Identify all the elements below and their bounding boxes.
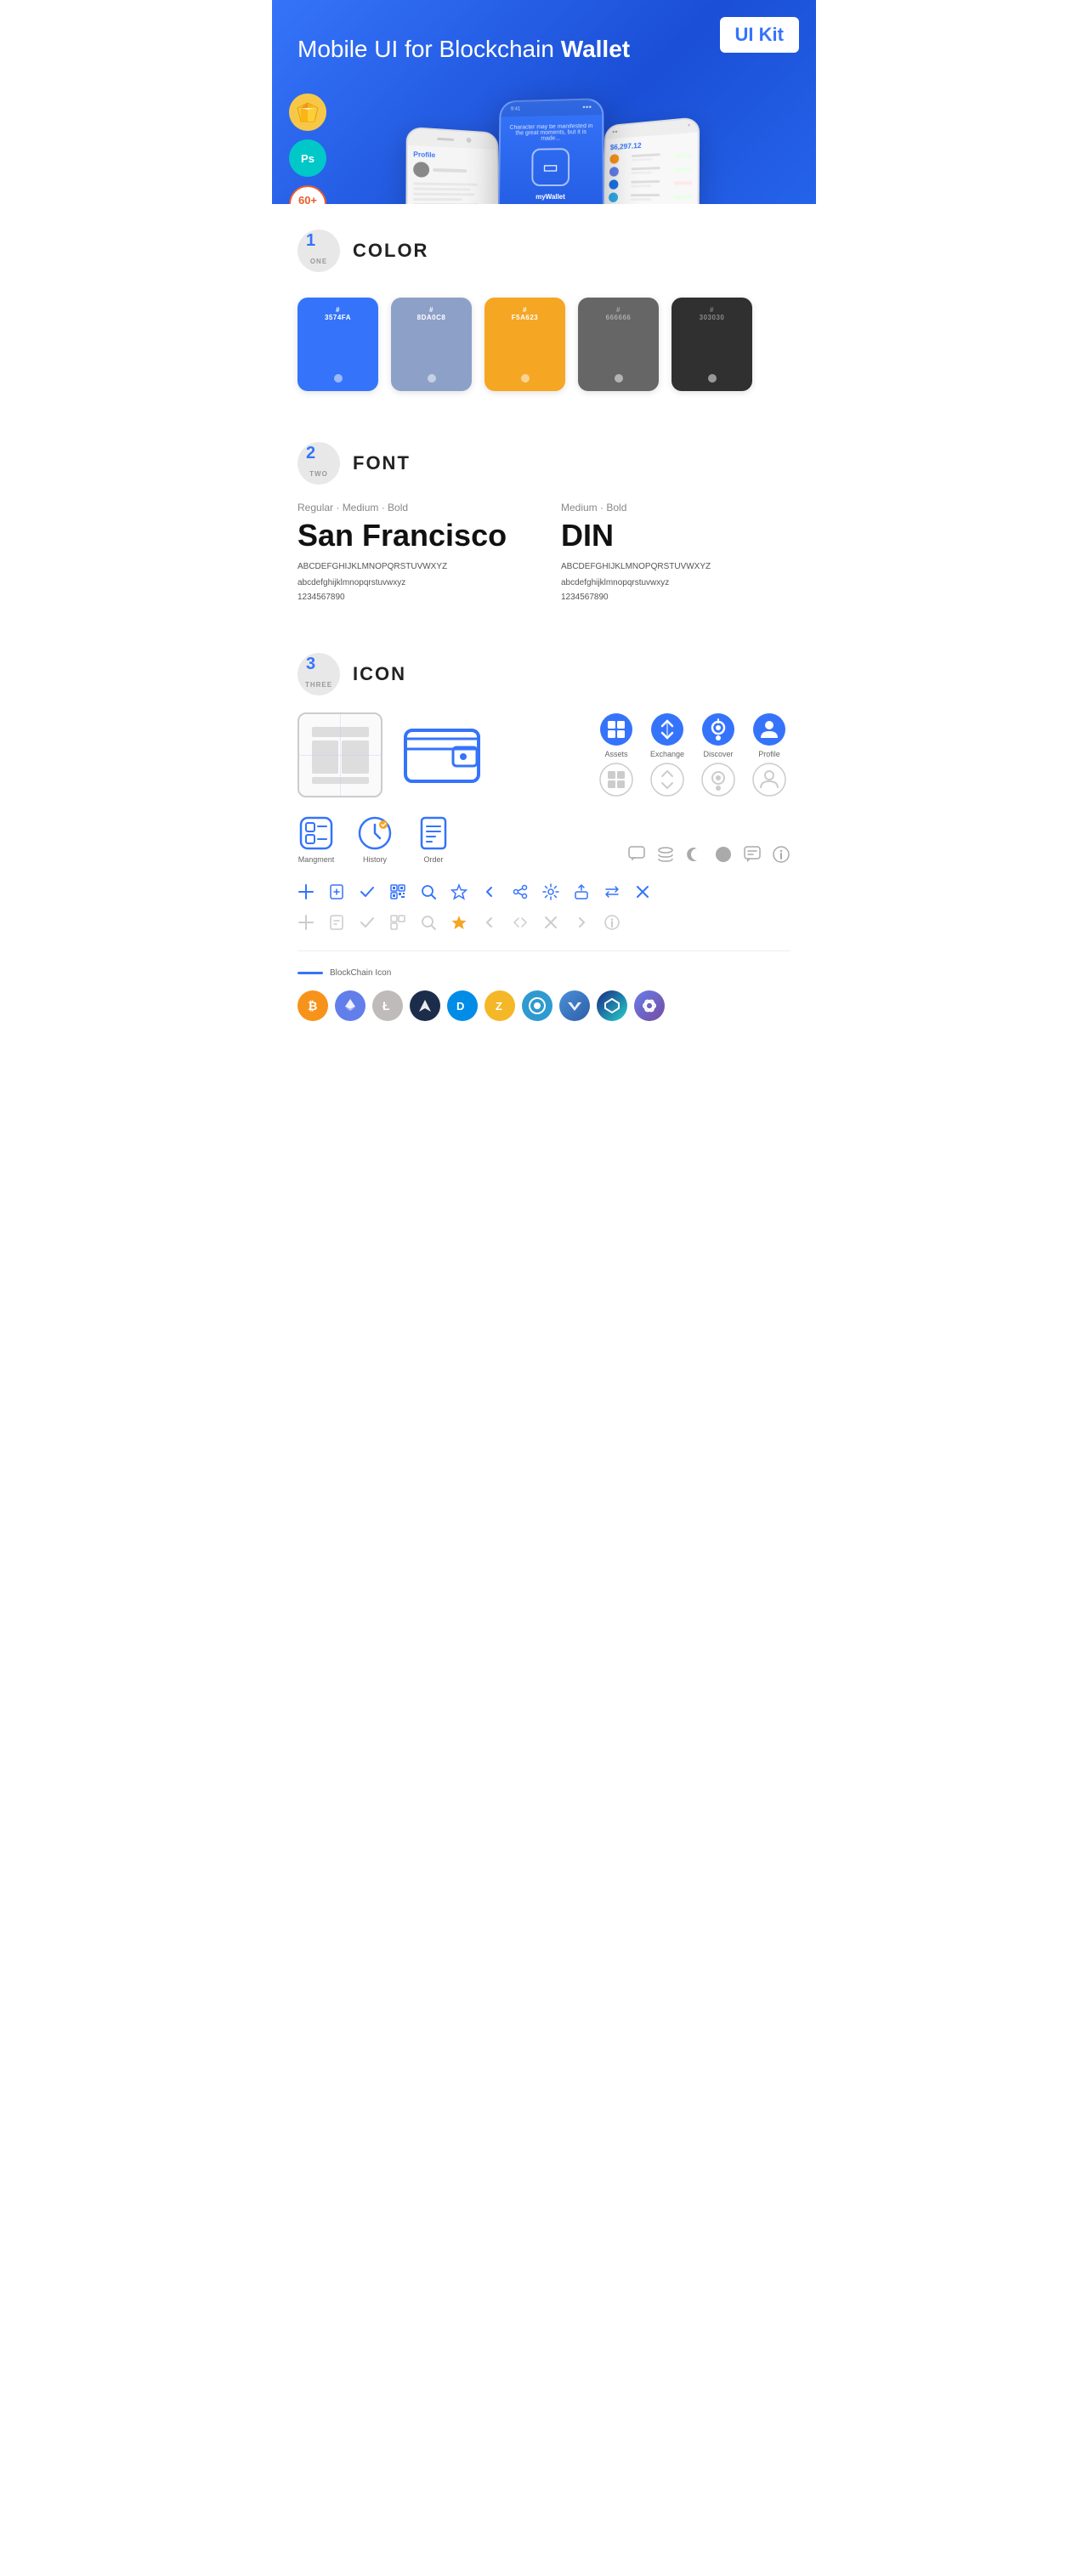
check-icon	[359, 883, 376, 900]
star-filled-icon	[450, 914, 468, 931]
management-icon: Mangment	[298, 814, 335, 864]
svg-text:D: D	[456, 1000, 464, 1013]
bc-line	[298, 972, 323, 974]
swatch-orange: #F5A623	[484, 298, 565, 391]
swatch-dark: #303030	[672, 298, 752, 391]
icon-section-title: ICON	[353, 663, 406, 685]
swatch-blue: #3574FA	[298, 298, 378, 391]
qtum-icon	[522, 990, 552, 1021]
qr-gray-icon	[389, 914, 406, 931]
swatch-gray: #666666	[578, 298, 659, 391]
dash-icon: D	[447, 990, 478, 1021]
assets-icon-item: Assets	[595, 712, 638, 758]
hero-section: Mobile UI for Blockchain Wallet UI Kit P…	[272, 0, 816, 204]
tools-row-2	[298, 907, 790, 938]
star-icon	[450, 883, 468, 900]
upload-icon	[573, 883, 590, 900]
section-1-circle: 1 ONE	[298, 230, 340, 272]
exchange-icon-item: Exchange	[646, 712, 688, 758]
discover-icon-item: Discover	[697, 712, 740, 758]
svg-text:Z: Z	[496, 1000, 502, 1013]
app-icons-row: Mangment History Order	[298, 814, 790, 864]
history-icon: History	[356, 814, 394, 864]
phone-right: ●●+ $6,297.12	[600, 116, 700, 204]
forward-gray-icon	[573, 914, 590, 931]
font-din: Medium · Bold DIN ABCDEFGHIJKLMNOPQRSTUV…	[561, 502, 790, 602]
doc-gray-icon	[328, 914, 345, 931]
order-icon: Order	[415, 814, 452, 864]
arrows-gray-icon	[512, 914, 529, 931]
eth-icon	[335, 990, 366, 1021]
phone-mockups: Profile 9:41●●● Character may be manifes…	[340, 85, 765, 204]
screens-badge: 60+ Screens	[289, 185, 326, 204]
close-icon	[634, 883, 651, 900]
back-icon	[481, 883, 498, 900]
font-row: Regular · Medium · Bold San Francisco AB…	[298, 502, 790, 602]
crypto-icons-row: ₿ Ł D Z	[298, 982, 790, 1030]
swap-icon	[604, 883, 620, 900]
moon-icon	[685, 845, 704, 864]
font-sf: Regular · Medium · Bold San Francisco AB…	[298, 502, 527, 602]
phone-center: 9:41●●● Character may be manifested in t…	[497, 98, 605, 204]
wings-icon	[410, 990, 440, 1021]
wireframe-icon-2	[400, 712, 484, 797]
font-section-content: Regular · Medium · Bold San Francisco AB…	[298, 502, 790, 627]
svg-text:Ł: Ł	[382, 999, 390, 1013]
ui-kit-badge: UI Kit	[720, 17, 799, 53]
color-swatches: #3574FA #8DA0C8 #F5A623 #666666 #303030	[298, 289, 790, 417]
font-section-header: 2 TWO FONT	[298, 417, 790, 502]
font-section-title: FONT	[353, 452, 411, 474]
hero-badges: Ps 60+ Screens	[289, 94, 326, 204]
content-area: 1 ONE COLOR #3574FA #8DA0C8 #F5A623 #666…	[272, 204, 816, 1055]
plus-icon	[298, 883, 314, 900]
zcash-icon: Z	[484, 990, 515, 1021]
comment-icon	[743, 845, 762, 864]
nav-icons-grid: Assets Exchange Disco	[595, 712, 790, 797]
icon-large-row: Assets Exchange Disco	[298, 712, 790, 797]
tools-row-1	[298, 877, 790, 907]
plus-gray-icon	[298, 914, 314, 931]
color-section-title: COLOR	[353, 240, 428, 262]
assets-outline-icon	[595, 763, 638, 797]
share-icon	[512, 883, 529, 900]
search-gray-icon	[420, 914, 437, 931]
btc-icon: ₿	[298, 990, 328, 1021]
blockchain-label-row: BlockChain Icon	[298, 964, 790, 982]
x-gray-icon	[542, 914, 559, 931]
wireframe-icon-1	[298, 712, 382, 797]
ltc-icon: Ł	[372, 990, 403, 1021]
swatch-grayblue: #8DA0C8	[391, 298, 472, 391]
circle-icon	[714, 845, 733, 864]
info-icon	[772, 845, 790, 864]
icon-section-header: 3 THREE ICON	[298, 627, 790, 712]
check-gray-icon	[359, 914, 376, 931]
hero-title: Mobile UI for Blockchain Wallet	[298, 34, 790, 65]
profile-outline-icon	[748, 763, 790, 797]
svg-text:₿: ₿	[308, 999, 317, 1013]
settings-icon	[542, 883, 559, 900]
doc-add-icon	[328, 883, 345, 900]
ven-icon	[559, 990, 590, 1021]
phone-left: Profile	[405, 127, 502, 204]
photoshop-badge: Ps	[289, 139, 326, 177]
layers-icon	[656, 845, 675, 864]
back-gray-icon	[481, 914, 498, 931]
qr-icon	[389, 883, 406, 900]
sp-icon	[634, 990, 665, 1021]
profile-icon-item: Profile	[748, 712, 790, 758]
discover-outline-icon	[697, 763, 740, 797]
color-section-header: 1 ONE COLOR	[298, 204, 790, 289]
exchange-outline-icon	[646, 763, 688, 797]
chat-icon	[627, 845, 646, 864]
search-icon	[420, 883, 437, 900]
misc-icons-row	[627, 845, 790, 864]
sketch-badge	[289, 94, 326, 131]
section-3-circle: 3 THREE	[298, 653, 340, 695]
info-gray-icon	[604, 914, 620, 931]
poly-icon	[597, 990, 627, 1021]
section-2-circle: 2 TWO	[298, 442, 340, 485]
